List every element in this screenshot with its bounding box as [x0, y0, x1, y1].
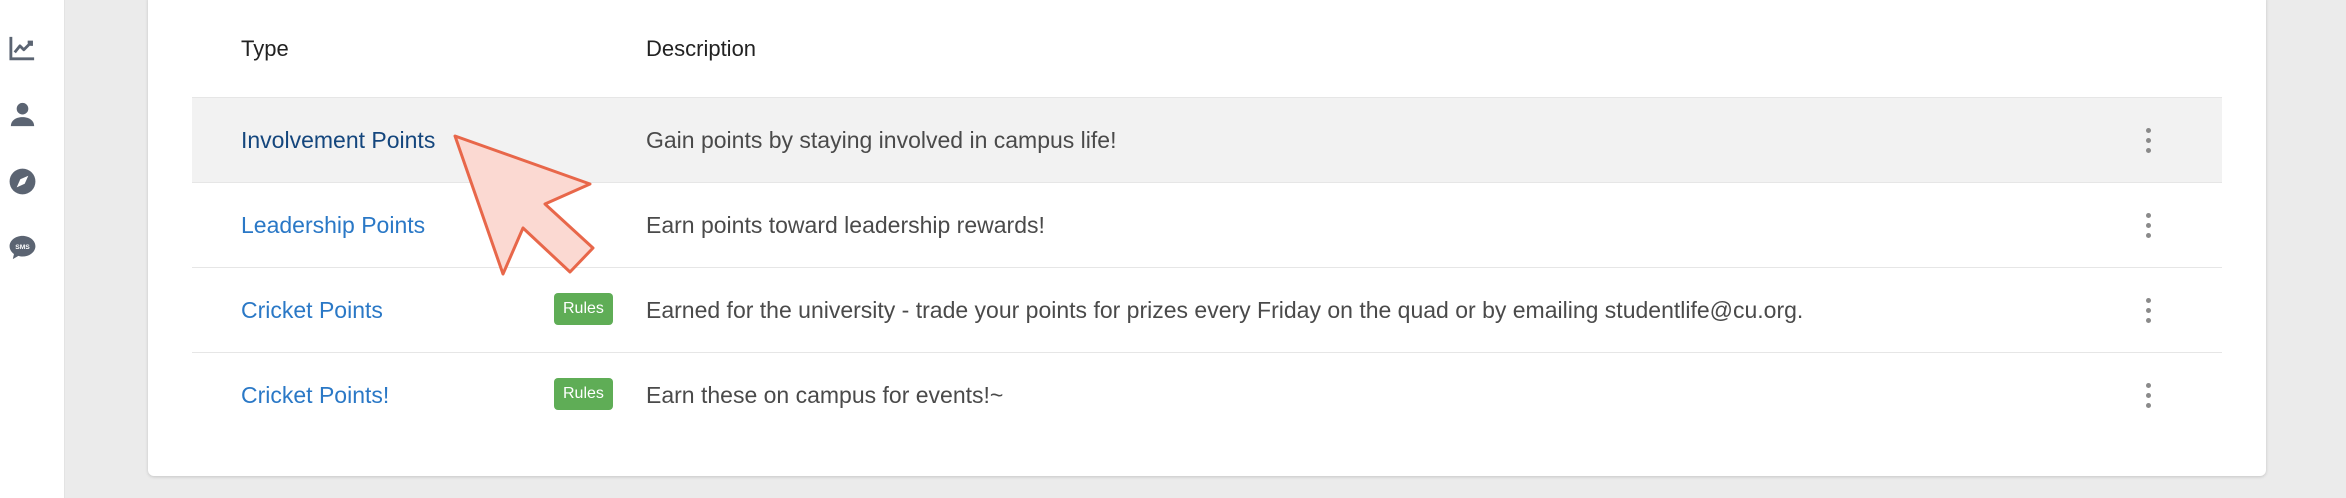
points-type-description: Earn these on campus for events!~	[646, 382, 1004, 408]
sidebar-item-people[interactable]	[0, 91, 45, 137]
kebab-dot	[2145, 147, 2151, 153]
left-sidebar: SMS	[0, 0, 65, 498]
points-type-description: Earn points toward leadership rewards!	[646, 212, 1045, 238]
table-header: Type Description	[192, 0, 2222, 97]
header-type: Type	[241, 36, 289, 61]
rules-badge[interactable]: Rules	[554, 378, 613, 410]
sidebar-item-sms[interactable]: SMS	[0, 224, 45, 270]
sms-icon-text: SMS	[15, 244, 30, 251]
compass-icon	[9, 168, 36, 194]
table-row[interactable]: Involvement Points Gain points by stayin…	[192, 97, 2222, 182]
points-types-card: Type Description Involvement Points Gain…	[148, 0, 2266, 476]
table-row[interactable]: Cricket Points! Rules Earn these on camp…	[192, 352, 2222, 437]
kebab-dot	[2145, 137, 2151, 143]
sms-chat-icon: SMS	[9, 235, 36, 259]
rules-badge[interactable]: Rules	[554, 293, 613, 325]
row-menu-button[interactable]	[2138, 207, 2158, 243]
points-type-description: Gain points by staying involved in campu…	[646, 127, 1117, 153]
kebab-dot	[2145, 402, 2151, 408]
kebab-dot	[2145, 212, 2151, 218]
points-type-link[interactable]: Cricket Points!	[241, 382, 389, 409]
points-type-link[interactable]: Leadership Points	[241, 212, 425, 239]
kebab-dot	[2145, 127, 2151, 133]
kebab-dot	[2145, 307, 2151, 313]
trending-chart-icon	[9, 36, 35, 60]
kebab-dot	[2145, 317, 2151, 323]
points-type-link[interactable]: Cricket Points	[241, 297, 383, 324]
kebab-dot	[2145, 232, 2151, 238]
row-menu-button[interactable]	[2138, 122, 2158, 158]
table-row[interactable]: Cricket Points Rules Earned for the univ…	[192, 267, 2222, 352]
sidebar-item-analytics[interactable]	[0, 25, 45, 71]
kebab-dot	[2145, 297, 2151, 303]
table-row[interactable]: Leadership Points Earn points toward lea…	[192, 182, 2222, 267]
sidebar-item-explore[interactable]	[0, 158, 45, 204]
points-type-description: Earned for the university - trade your p…	[646, 297, 1804, 323]
points-types-table: Type Description Involvement Points Gain…	[192, 0, 2222, 437]
header-description: Description	[646, 36, 757, 61]
row-menu-button[interactable]	[2138, 377, 2158, 413]
kebab-dot	[2145, 382, 2151, 388]
row-menu-button[interactable]	[2138, 292, 2158, 328]
person-icon	[10, 102, 35, 126]
app: SMS Type Description Involvement Points …	[0, 0, 2346, 498]
kebab-dot	[2145, 392, 2151, 398]
points-type-link[interactable]: Involvement Points	[241, 127, 435, 154]
kebab-dot	[2145, 222, 2151, 228]
